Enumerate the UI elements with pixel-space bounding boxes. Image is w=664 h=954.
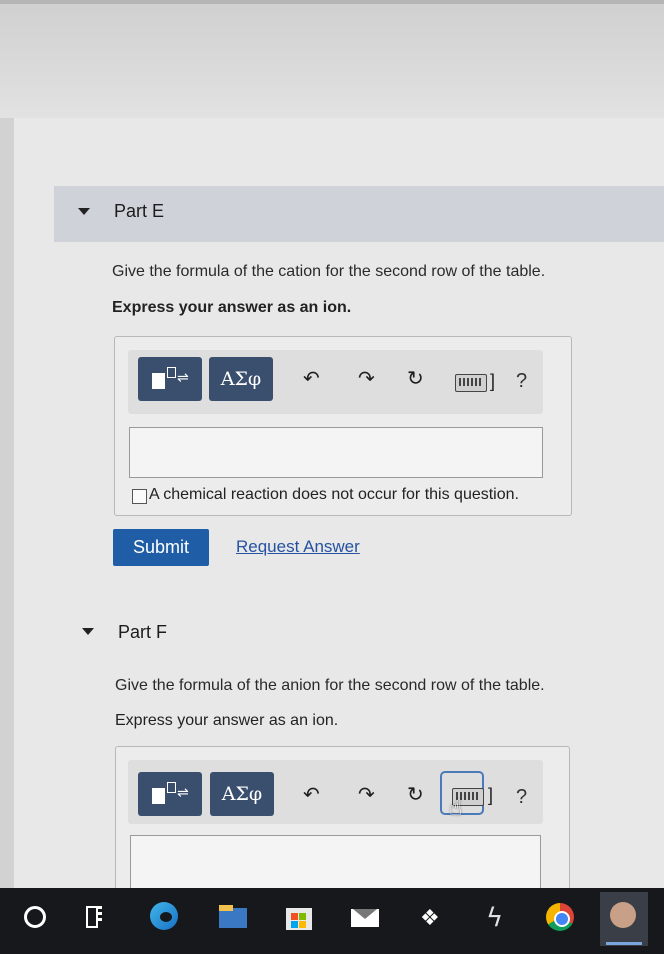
mail-icon[interactable]	[348, 900, 382, 934]
collapse-caret-icon[interactable]	[78, 208, 90, 215]
reset-icon[interactable]: ↻	[407, 366, 424, 390]
part-e-prompt: Give the formula of the cation for the s…	[112, 263, 546, 280]
part-e-answer-input[interactable]	[129, 427, 543, 478]
keyboard-icon[interactable]	[455, 374, 487, 392]
template-icon	[152, 788, 165, 804]
undo-icon[interactable]: ↶	[303, 366, 320, 390]
part-f-title[interactable]: Part F	[118, 622, 167, 643]
no-reaction-label: A chemical reaction does not occur for t…	[149, 486, 519, 503]
hand-cursor-icon: ☝	[449, 796, 463, 821]
part-e-title: Part E	[114, 201, 165, 221]
template-arrows: ⇌	[177, 370, 189, 386]
part-f-instruction: Express your answer as an ion.	[115, 712, 339, 729]
template-button[interactable]: ⇌	[138, 357, 202, 401]
greek-symbols-button-f[interactable]: ΑΣφ	[210, 772, 274, 816]
redo-icon[interactable]: ↷	[358, 366, 375, 390]
file-explorer-icon[interactable]	[216, 900, 250, 934]
collapse-caret-icon-f[interactable]	[82, 628, 94, 635]
no-reaction-checkbox[interactable]	[132, 489, 147, 504]
task-view-icon[interactable]	[80, 900, 114, 934]
request-answer-link[interactable]: Request Answer	[236, 537, 360, 557]
template-arrows: ⇌	[177, 785, 189, 801]
app-icon[interactable]: ϟ	[478, 900, 512, 934]
part-e-instruction: Express your answer as an ion.	[112, 299, 352, 316]
template-icon	[152, 373, 165, 389]
reset-icon[interactable]: ↻	[407, 782, 424, 806]
left-margin	[0, 118, 14, 888]
template-button-f[interactable]: ⇌	[138, 772, 202, 816]
chrome-icon[interactable]	[543, 900, 577, 934]
part-f-prompt: Give the formula of the anion for the se…	[115, 677, 545, 694]
browser-top-area	[0, 0, 664, 118]
edge-icon[interactable]	[148, 900, 182, 934]
store-icon[interactable]	[282, 900, 316, 934]
dropbox-icon[interactable]: ❖	[414, 900, 448, 934]
keyboard-bracket: ]	[488, 785, 494, 805]
template-small-box	[167, 782, 176, 793]
top-border	[0, 0, 664, 4]
search-circle-icon[interactable]	[18, 900, 52, 934]
help-icon[interactable]: ?	[516, 370, 527, 393]
avatar-app-icon[interactable]	[600, 892, 648, 946]
taskbar: ❖ ϟ	[0, 888, 664, 954]
help-icon[interactable]: ?	[516, 786, 527, 809]
submit-button[interactable]: Submit	[113, 529, 209, 566]
template-small-box	[167, 367, 176, 378]
greek-symbols-button[interactable]: ΑΣφ	[209, 357, 273, 401]
undo-icon[interactable]: ↶	[303, 782, 320, 806]
redo-icon[interactable]: ↷	[358, 782, 375, 806]
part-f-answer-input[interactable]	[130, 835, 541, 890]
keyboard-bracket: ]	[490, 371, 496, 391]
